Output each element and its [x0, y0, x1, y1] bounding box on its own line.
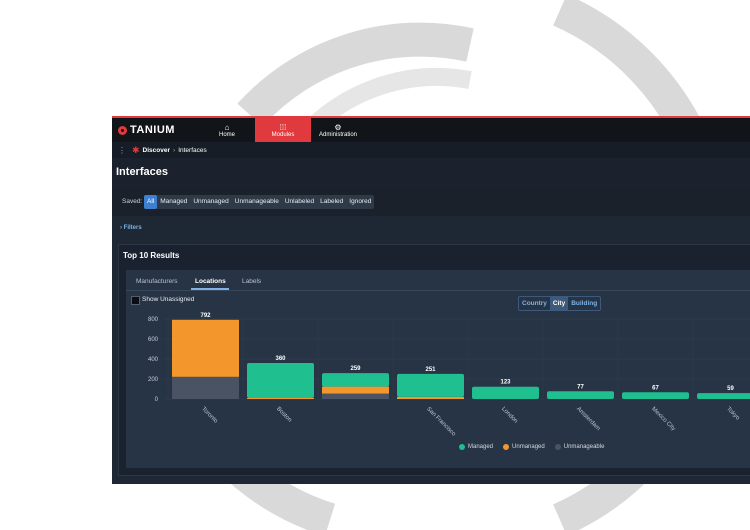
bar-segment [547, 391, 614, 399]
x-tick-label: London [500, 406, 518, 424]
legend-dot [554, 444, 561, 450]
legend-managed[interactable]: Managed [459, 444, 493, 450]
bar-segment [697, 393, 750, 399]
bar-segment [397, 396, 464, 399]
legend-label: Unmanageable [563, 444, 605, 450]
y-tick-label: 200 [148, 377, 159, 383]
x-tick-label: San Francisco [425, 406, 457, 438]
y-tick-label: 400 [148, 357, 159, 363]
legend-dot [503, 444, 510, 450]
bar-segment [172, 376, 239, 399]
legend-unmanageable[interactable]: Unmanageable [554, 444, 605, 450]
data-label: 251 [425, 367, 436, 373]
legend-label: Unmanaged [512, 444, 545, 450]
legend-dot [459, 444, 465, 450]
data-label: 123 [500, 380, 511, 386]
data-label: 792 [200, 313, 211, 319]
data-label: 259 [350, 366, 361, 372]
bar-segment [397, 373, 464, 397]
app-window: TANIUM ⌂ Home ⁞⁞⁞ Modules ⚙ Administrati… [112, 116, 750, 484]
bar-segment [247, 363, 314, 398]
legend-label: Managed [468, 444, 494, 450]
locations-bar-chart: 0 200 400 600 800 792 Toronto 360 Boston 259 251 Sa… [148, 313, 750, 438]
bar-segment [322, 393, 389, 399]
y-tick-label: 800 [148, 317, 159, 323]
data-label: 67 [652, 385, 659, 391]
bar-segment [172, 319, 239, 377]
x-tick-label: Amsterdam [575, 406, 601, 432]
bar-segment [247, 398, 314, 399]
y-tick-label: 0 [155, 397, 159, 403]
data-label: 77 [577, 384, 584, 390]
bar-segment [322, 373, 389, 387]
y-tick-label: 600 [148, 337, 159, 343]
legend-unmanaged[interactable]: Unmanaged [503, 444, 545, 450]
data-label: 360 [275, 356, 286, 362]
bar-segment [322, 386, 389, 394]
chart-legend: Managed Unmanaged Unmanageable [459, 444, 604, 450]
x-tick-label: Mexico City [650, 406, 676, 432]
x-tick-label: Toronto [200, 406, 219, 425]
x-tick-label: Tokyo [725, 406, 741, 422]
x-tick-label: Boston [275, 406, 292, 423]
bar-segment [622, 392, 689, 399]
bar-segment [472, 386, 539, 399]
data-label: 59 [727, 386, 734, 392]
